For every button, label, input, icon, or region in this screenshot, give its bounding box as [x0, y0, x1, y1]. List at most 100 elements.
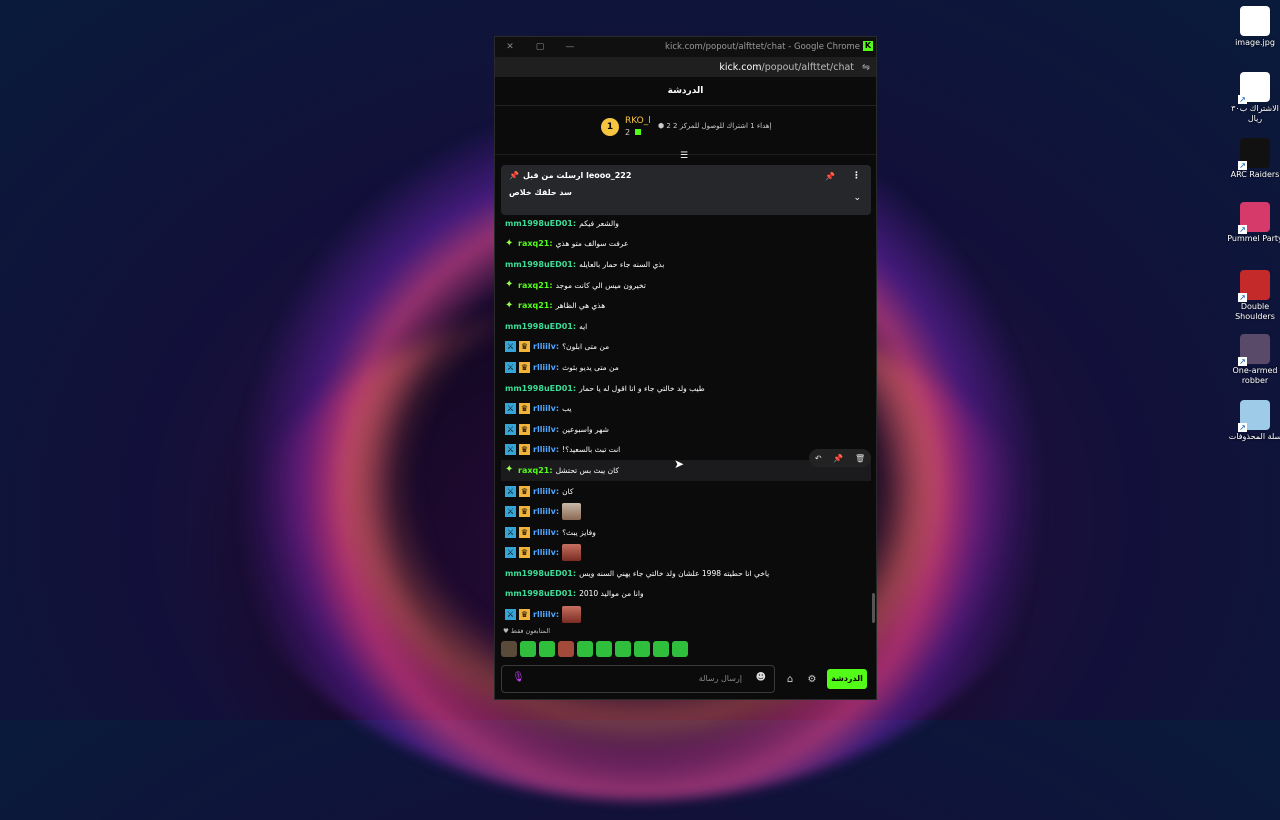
- chat-username[interactable]: rlliilv:: [533, 507, 559, 516]
- reply-icon[interactable]: ↶: [815, 454, 822, 463]
- shortcut-arrow-icon: ↗: [1238, 225, 1247, 234]
- emote-item[interactable]: [634, 641, 650, 657]
- gear-icon[interactable]: ⚙: [805, 674, 819, 685]
- desktop-icon[interactable]: image.jpg: [1224, 6, 1280, 48]
- chat-header: الدردشة: [495, 77, 876, 106]
- chat-message[interactable]: ⚔ ♛ rlliilv: وفايز يبث؟: [501, 522, 871, 543]
- message-actions: ↶ 📌 🗑: [809, 449, 871, 467]
- chat-message[interactable]: mm1998uED01: ياخي انا حطيته 1998 علشان ول…: [501, 563, 871, 584]
- chat-username[interactable]: rlliilv:: [533, 487, 559, 496]
- chat-username[interactable]: raxq21:: [518, 281, 553, 290]
- moderator-badge-icon: ⚔: [505, 444, 516, 456]
- chat-username[interactable]: mm1998uED01:: [505, 589, 576, 598]
- emote-item[interactable]: [596, 641, 612, 657]
- chat-message[interactable]: ⚔ ♛ rlliilv: كان: [501, 481, 871, 502]
- chat-message[interactable]: ✦ raxq21: تخيرون ميس الي كانت موجد: [501, 275, 871, 296]
- chat-message[interactable]: mm1998uED01: والشعر فيكم: [501, 213, 871, 234]
- desktop-icon-label: ARC Raiders: [1230, 170, 1280, 179]
- desktop-icon[interactable]: ↗ Double Shoulders: [1224, 270, 1280, 322]
- desktop-icon[interactable]: ↗ One-armed robber: [1224, 334, 1280, 386]
- crown-badge-icon: ♛: [519, 361, 530, 373]
- microphone-icon[interactable]: 🎙: [512, 672, 525, 683]
- delete-icon[interactable]: 🗑: [855, 454, 865, 463]
- emote-item[interactable]: [653, 641, 669, 657]
- chat-message-text: ياخي انا حطيته 1998 علشان ولد خالتي جاء …: [579, 568, 770, 578]
- chat-message-text: هذي هي الظاهر: [555, 301, 606, 311]
- site-settings-icon[interactable]: ⇋: [862, 62, 870, 73]
- pinned-by: 📌 ارسلت من قبل leooo_222: [509, 171, 632, 180]
- chat-message[interactable]: ⚔ ♛ rlliilv: من متى ابلون؟: [501, 337, 871, 358]
- chat-message[interactable]: ⚔ ♛ rlliilv:: [501, 501, 871, 522]
- followers-only-label: ♥ المتابعون فقط: [503, 627, 551, 635]
- chat-username[interactable]: raxq21:: [518, 239, 553, 248]
- unpin-icon[interactable]: 📌: [825, 172, 835, 181]
- chat-message[interactable]: mm1998uED01: ايه: [501, 316, 871, 337]
- moderator-badge-icon: ⚔: [505, 547, 516, 559]
- chat-username[interactable]: rlliilv:: [533, 610, 559, 619]
- pin-message-icon[interactable]: 📌: [833, 454, 843, 463]
- desktop-icon[interactable]: ↗ الاشتراك ب٣٠ ريال: [1224, 72, 1280, 124]
- emote-item[interactable]: [501, 641, 517, 657]
- emoji-icon[interactable]: ☻: [756, 672, 766, 683]
- chat-username[interactable]: rlliilv:: [533, 528, 559, 537]
- chat-username[interactable]: mm1998uED01:: [505, 569, 576, 578]
- emote-item[interactable]: [672, 641, 688, 657]
- restore-window-button[interactable]: ▢: [525, 42, 555, 52]
- pinned-text: سد حلقك خلاص: [509, 188, 572, 197]
- minimize-window-button[interactable]: —: [555, 42, 585, 52]
- store-icon[interactable]: ⌂: [783, 674, 797, 685]
- chat-username[interactable]: raxq21:: [518, 301, 553, 310]
- chat-message[interactable]: ✦ raxq21: عرفت سوالف متو هذي: [501, 234, 871, 255]
- chat-message[interactable]: ⚔ ♛ rlliilv: شهر واسبوعين: [501, 419, 871, 440]
- sparkle-badge-icon: ✦: [505, 464, 514, 476]
- gift-leaderboard[interactable]: 1 RKO_l 2 ⬢ 2 إهداء 1 اشتراك للوصول للمر…: [495, 106, 876, 161]
- filter-icon[interactable]: ☰: [680, 151, 692, 161]
- chat-username[interactable]: rlliilv:: [533, 363, 559, 372]
- desktop-icon[interactable]: ↗ Pummel Party: [1224, 202, 1280, 244]
- chat-username[interactable]: rlliilv:: [533, 342, 559, 351]
- chat-username[interactable]: mm1998uED01:: [505, 260, 576, 269]
- gift-top-user[interactable]: RKO_l: [625, 116, 651, 126]
- chat-message-text: يب: [562, 404, 572, 414]
- emote-item[interactable]: [558, 641, 574, 657]
- chevron-down-icon[interactable]: ⌄: [853, 193, 861, 203]
- emote-item[interactable]: [577, 641, 593, 657]
- chat-username[interactable]: mm1998uED01:: [505, 322, 576, 331]
- chat-message[interactable]: mm1998uED01: طيب ولد خالتي جاء و انا اقول…: [501, 378, 871, 399]
- pinned-message[interactable]: 📌 ارسلت من قبل leooo_222 سد حلقك خلاص 📌 …: [501, 165, 871, 215]
- shortcut-arrow-icon: ↗: [1238, 357, 1247, 366]
- shortcut-arrow-icon: ↗: [1238, 95, 1247, 104]
- emote-item[interactable]: [615, 641, 631, 657]
- chat-message[interactable]: ⚔ ♛ rlliilv:: [501, 604, 871, 625]
- chat-message[interactable]: ⚔ ♛ rlliilv: من متى يديو بثوث: [501, 357, 871, 378]
- chat-input[interactable]: 🎙 إرسال رسالة ☻: [501, 665, 775, 693]
- scrollbar[interactable]: [872, 593, 875, 623]
- chat-username[interactable]: rlliilv:: [533, 445, 559, 454]
- chat-username[interactable]: rlliilv:: [533, 425, 559, 434]
- url-text: kick.com/popout/alfttet/chat: [719, 61, 855, 73]
- chat-message-text: !انت تبث بالسعيد؟: [562, 445, 621, 455]
- shortcut-arrow-icon: ↗: [1238, 293, 1247, 302]
- crown-badge-icon: ♛: [519, 547, 530, 559]
- close-window-button[interactable]: ✕: [495, 42, 525, 52]
- chat-username[interactable]: mm1998uED01:: [505, 219, 576, 228]
- chat-message[interactable]: mm1998uED01: وانا من مواليد 2010: [501, 584, 871, 605]
- chat-message[interactable]: mm1998uED01: بذي السنه جاء حمار بالعايله: [501, 254, 871, 275]
- chat-username[interactable]: rlliilv:: [533, 404, 559, 413]
- chat-message[interactable]: ⚔ ♛ rlliilv:: [501, 543, 871, 564]
- desktop-icon[interactable]: ↗ ARC Raiders: [1224, 138, 1280, 180]
- emote-strip: ♥ المتابعون فقط: [501, 627, 871, 657]
- more-options-icon[interactable]: ⋮: [852, 171, 861, 181]
- emote-item[interactable]: [520, 641, 536, 657]
- chat-message[interactable]: ⚔ ♛ rlliilv: يب: [501, 398, 871, 419]
- moderator-badge-icon: ⚔: [505, 361, 516, 373]
- emote-item[interactable]: [539, 641, 555, 657]
- moderator-badge-icon: ⚔: [505, 403, 516, 415]
- address-bar[interactable]: kick.com/popout/alfttet/chat ⇋: [495, 57, 876, 77]
- chat-username[interactable]: mm1998uED01:: [505, 384, 576, 393]
- chat-message[interactable]: ✦ raxq21: هذي هي الظاهر: [501, 295, 871, 316]
- chat-username[interactable]: raxq21:: [518, 466, 553, 475]
- desktop-icon[interactable]: ↗ سلة المحذوفات: [1224, 400, 1280, 442]
- send-chat-button[interactable]: الدردشة: [827, 669, 867, 689]
- chat-username[interactable]: rlliilv:: [533, 548, 559, 557]
